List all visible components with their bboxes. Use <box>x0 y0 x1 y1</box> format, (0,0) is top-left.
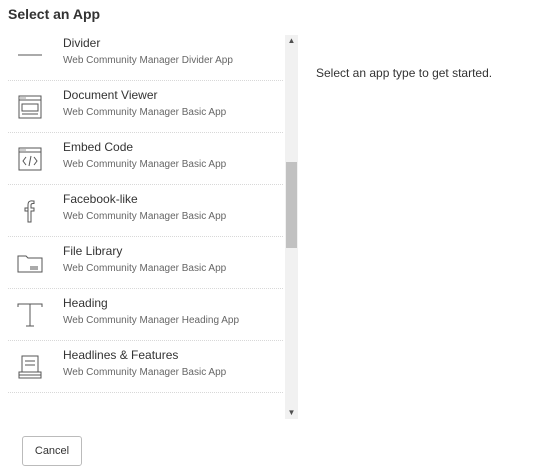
app-description: Web Community Manager Heading App <box>63 315 240 326</box>
folder-icon <box>14 247 46 279</box>
embed-code-icon <box>14 143 46 175</box>
app-description: Web Community Manager Basic App <box>63 367 227 378</box>
app-list[interactable]: Divider Web Community Manager Divider Ap… <box>8 35 283 419</box>
app-name: Headlines & Features <box>63 348 179 362</box>
app-name: Document Viewer <box>63 88 158 102</box>
scroll-down-arrow-icon[interactable]: ▼ <box>285 407 298 419</box>
dialog-title: Select an App <box>8 6 101 22</box>
app-name: Facebook-like <box>63 192 138 206</box>
app-name: Embed Code <box>63 140 134 154</box>
app-description: Web Community Manager Basic App <box>63 263 227 274</box>
scroll-thumb[interactable] <box>286 162 297 248</box>
heading-icon <box>14 299 46 331</box>
app-description: Web Community Manager Basic App <box>63 211 227 222</box>
app-name: Heading <box>63 296 108 310</box>
list-item-headlines-features[interactable]: Headlines & Features Web Community Manag… <box>8 341 283 393</box>
select-app-dialog: Select an App Divider Web Community Mana… <box>0 0 545 474</box>
list-item-embed-code[interactable]: Embed Code Web Community Manager Basic A… <box>8 133 283 185</box>
facebook-icon <box>14 195 46 227</box>
list-scrollbar[interactable]: ▲ ▼ <box>285 35 298 419</box>
cancel-button[interactable]: Cancel <box>22 436 82 466</box>
empty-state-prompt: Select an app type to get started. <box>316 66 493 80</box>
document-viewer-icon <box>14 91 46 123</box>
app-description: Web Community Manager Basic App <box>63 159 227 170</box>
list-item-divider[interactable]: Divider Web Community Manager Divider Ap… <box>8 35 283 81</box>
app-name: Divider <box>63 36 101 50</box>
app-description: Web Community Manager Divider App <box>63 55 233 66</box>
list-item-file-library[interactable]: File Library Web Community Manager Basic… <box>8 237 283 289</box>
app-description: Web Community Manager Basic App <box>63 107 227 118</box>
app-name: File Library <box>63 244 123 258</box>
list-item-facebook-like[interactable]: Facebook-like Web Community Manager Basi… <box>8 185 283 237</box>
divider-icon <box>14 39 46 71</box>
list-item-document-viewer[interactable]: Document Viewer Web Community Manager Ba… <box>8 81 283 133</box>
scroll-up-arrow-icon[interactable]: ▲ <box>285 35 298 47</box>
headlines-icon <box>14 351 46 383</box>
list-item-heading[interactable]: Heading Web Community Manager Heading Ap… <box>8 289 283 341</box>
app-list-container: Divider Web Community Manager Divider Ap… <box>8 35 298 419</box>
